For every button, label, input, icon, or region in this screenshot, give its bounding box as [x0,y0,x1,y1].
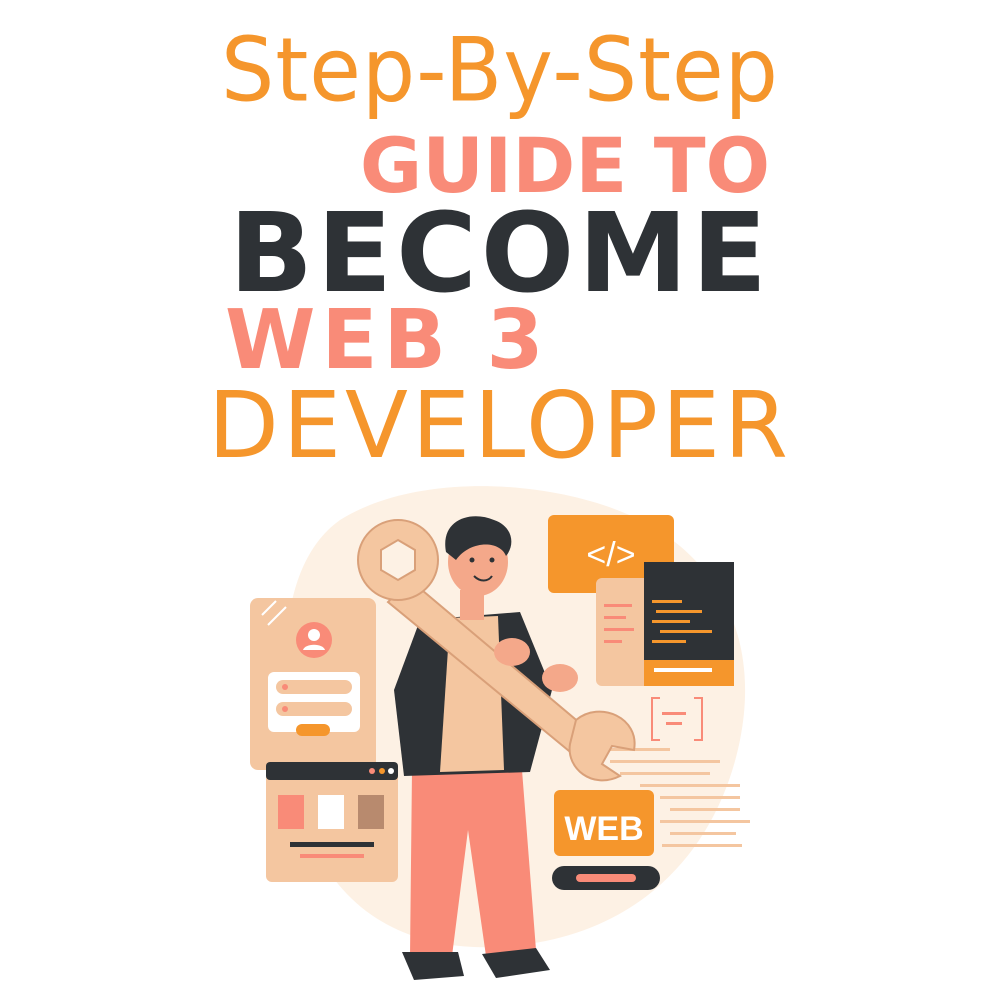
web-badge-label: WEB [564,810,643,848]
progress-pill [552,866,660,890]
poster: Step-By-Step GUIDE TO BECOME WEB 3 DEVEL… [0,0,1000,1000]
developer-illustration: </> WEB [250,486,750,980]
browser-window [266,762,398,882]
code-editor [596,562,734,686]
code-tag-label: </> [586,536,635,574]
web-badge: WEB [554,790,654,856]
left-shoe [402,952,464,980]
login-button-shape [296,724,330,736]
login-card [250,598,376,770]
